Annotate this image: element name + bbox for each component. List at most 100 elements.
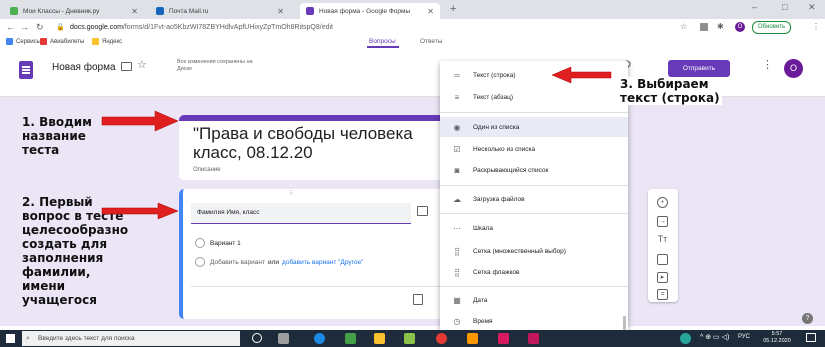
- app-icon[interactable]: [467, 333, 478, 344]
- add-option-link[interactable]: Добавить вариант: [210, 259, 265, 266]
- menu-item-checkboxes[interactable]: ☑ Несколько из списка: [440, 139, 628, 159]
- tab-label: Мои Классы - Дневник.ру: [23, 7, 100, 15]
- bookmarks-bar: Сервисы Авиабилеты Яндекс: [0, 36, 825, 50]
- menu-item-multiple-choice[interactable]: ◉ Один из списка: [440, 117, 628, 137]
- menu-item-scale[interactable]: ⋯ Шкала: [440, 218, 628, 238]
- option-row[interactable]: Вариант 1: [195, 238, 241, 248]
- menu-scrollbar[interactable]: [623, 316, 626, 330]
- close-tab-icon[interactable]: ✕: [131, 7, 138, 16]
- menu-divider: [440, 286, 628, 287]
- question-card[interactable]: ⠿ Фамилия Имя, класс Вариант 1 Добавить …: [179, 189, 454, 319]
- question-type-menu: ═ Текст (строка) ≡ Текст (абзац) ◉ Один из …: [440, 61, 628, 332]
- close-tab-icon[interactable]: ✕: [427, 7, 434, 16]
- saved-status: Все изменения сохранены на Диске: [177, 59, 253, 72]
- language-indicator[interactable]: РУС: [738, 334, 750, 340]
- browser-tab-dnevnik[interactable]: Мои Классы - Дневник.ру ✕: [4, 3, 144, 19]
- arrow-right-icon: [101, 202, 179, 220]
- menu-item-grid[interactable]: ⣿ Сетка (множественный выбор): [440, 241, 628, 261]
- menu-item-label: Дата: [473, 296, 488, 304]
- menu-item-time[interactable]: ◷ Время: [440, 311, 628, 331]
- taskbar-search-input[interactable]: ⌕ Введите здесь текст для поиска: [22, 331, 240, 346]
- add-section-icon[interactable]: =: [657, 289, 668, 300]
- edge-icon[interactable]: [314, 333, 325, 344]
- tray-icons[interactable]: ^ ⊕ ▭ ◁): [700, 333, 729, 341]
- update-button[interactable]: Обновить: [752, 21, 792, 34]
- add-video-icon[interactable]: ▸: [657, 272, 668, 283]
- side-toolbar: + → Tт ▸ =: [648, 189, 678, 302]
- tab-questions[interactable]: Вопросы: [369, 38, 396, 45]
- kebab-menu-icon[interactable]: ⋮: [812, 22, 820, 31]
- divider: [191, 286, 449, 287]
- close-window-button[interactable]: ✕: [808, 2, 816, 13]
- annotation-step1: 1. Вводим название теста: [22, 115, 92, 157]
- store-icon[interactable]: [345, 333, 356, 344]
- extension-icon[interactable]: [700, 23, 708, 31]
- duplicate-icon[interactable]: [413, 294, 423, 305]
- new-tab-button[interactable]: +: [450, 3, 456, 15]
- lock-icon: 🔒: [56, 24, 65, 31]
- maximize-button[interactable]: □: [782, 2, 787, 12]
- folder-icon[interactable]: [121, 62, 132, 71]
- forms-logo-icon[interactable]: [19, 61, 33, 79]
- radio-icon: [195, 257, 205, 267]
- arrow-right-icon: [101, 110, 179, 132]
- avatar[interactable]: О: [784, 59, 803, 78]
- task-view-icon[interactable]: [278, 333, 289, 344]
- import-questions-icon[interactable]: →: [657, 216, 668, 227]
- url-field[interactable]: docs.google.com/forms/d/1Fvt-ao5KbzWI78Z…: [70, 21, 670, 34]
- chrome-icon[interactable]: [436, 333, 447, 344]
- menu-item-paragraph[interactable]: ≡ Текст (абзац): [440, 87, 628, 107]
- tray-app-icon[interactable]: [680, 333, 691, 344]
- star-icon[interactable]: ☆: [137, 58, 147, 71]
- add-image-icon[interactable]: [417, 206, 428, 216]
- scale-icon: ⋯: [453, 223, 461, 233]
- yandex-browser-icon[interactable]: [498, 333, 509, 344]
- back-arrow-icon[interactable]: ←: [6, 22, 15, 32]
- add-title-icon[interactable]: Tт: [657, 235, 668, 246]
- explorer-icon[interactable]: [374, 333, 385, 344]
- more-vert-icon[interactable]: ⋮: [762, 58, 773, 71]
- clock[interactable]: 5:57 05.12.2020: [760, 331, 794, 345]
- reload-icon[interactable]: ↻: [36, 22, 44, 33]
- windows-start-icon[interactable]: [6, 334, 15, 343]
- minimize-button[interactable]: –: [752, 2, 757, 12]
- description-field[interactable]: Описание: [193, 167, 221, 173]
- drag-handle-icon[interactable]: ⠿: [289, 190, 294, 197]
- browser-tab-mail[interactable]: Почта Mail.ru ✕: [150, 3, 290, 19]
- cortana-icon[interactable]: [252, 333, 262, 343]
- menu-item-date[interactable]: ▦ Дата: [440, 290, 628, 310]
- menu-item-checkbox-grid[interactable]: ⣿ Сетка флажков: [440, 262, 628, 282]
- add-other-link[interactable]: добавить вариант "Другое": [282, 259, 363, 266]
- bookmark-services[interactable]: Сервисы: [6, 38, 41, 45]
- puzzle-icon[interactable]: ✱: [717, 22, 724, 31]
- search-placeholder: Введите здесь текст для поиска: [38, 335, 135, 342]
- dropdown-icon: ◙: [454, 165, 460, 175]
- star-icon[interactable]: ☆: [680, 22, 687, 31]
- add-question-icon[interactable]: +: [657, 197, 668, 208]
- bookmark-flights[interactable]: Авиабилеты: [40, 38, 84, 45]
- form-title-text[interactable]: "Права и свободы человека: [193, 124, 413, 144]
- close-tab-icon[interactable]: ✕: [277, 7, 284, 16]
- cloud-upload-icon: ☁: [453, 194, 461, 204]
- browser-tab-forms[interactable]: Новая форма - Google Формы ✕: [300, 3, 440, 19]
- question-input[interactable]: Фамилия Имя, класс: [191, 203, 411, 224]
- form-title-card[interactable]: "Права и свободы человека класс, 08.12.2…: [179, 115, 454, 180]
- menu-item-file-upload[interactable]: ☁ Загрузка файлов: [440, 189, 628, 209]
- bookmark-yandex[interactable]: Яндекс: [92, 38, 122, 45]
- or-text: или: [267, 258, 280, 266]
- help-icon[interactable]: ?: [802, 313, 813, 324]
- form-title[interactable]: Новая форма: [52, 62, 116, 73]
- app-icon[interactable]: [528, 333, 539, 344]
- add-image-icon[interactable]: [657, 254, 668, 265]
- short-text-icon: ═: [454, 70, 460, 80]
- send-button[interactable]: Отправить: [668, 60, 730, 77]
- form-title-text-line2[interactable]: класс, 08.12.20: [193, 143, 313, 163]
- app-icon[interactable]: [404, 333, 415, 344]
- profile-icon[interactable]: О: [735, 22, 745, 32]
- tab-answers[interactable]: Ответы: [420, 38, 442, 45]
- forms-favicon-icon: [306, 7, 314, 15]
- bookmark-label: Яндекс: [102, 38, 123, 45]
- notifications-icon[interactable]: [806, 333, 816, 342]
- forward-arrow-icon[interactable]: →: [20, 22, 29, 32]
- menu-item-dropdown[interactable]: ◙ Раскрывающийся список: [440, 160, 628, 180]
